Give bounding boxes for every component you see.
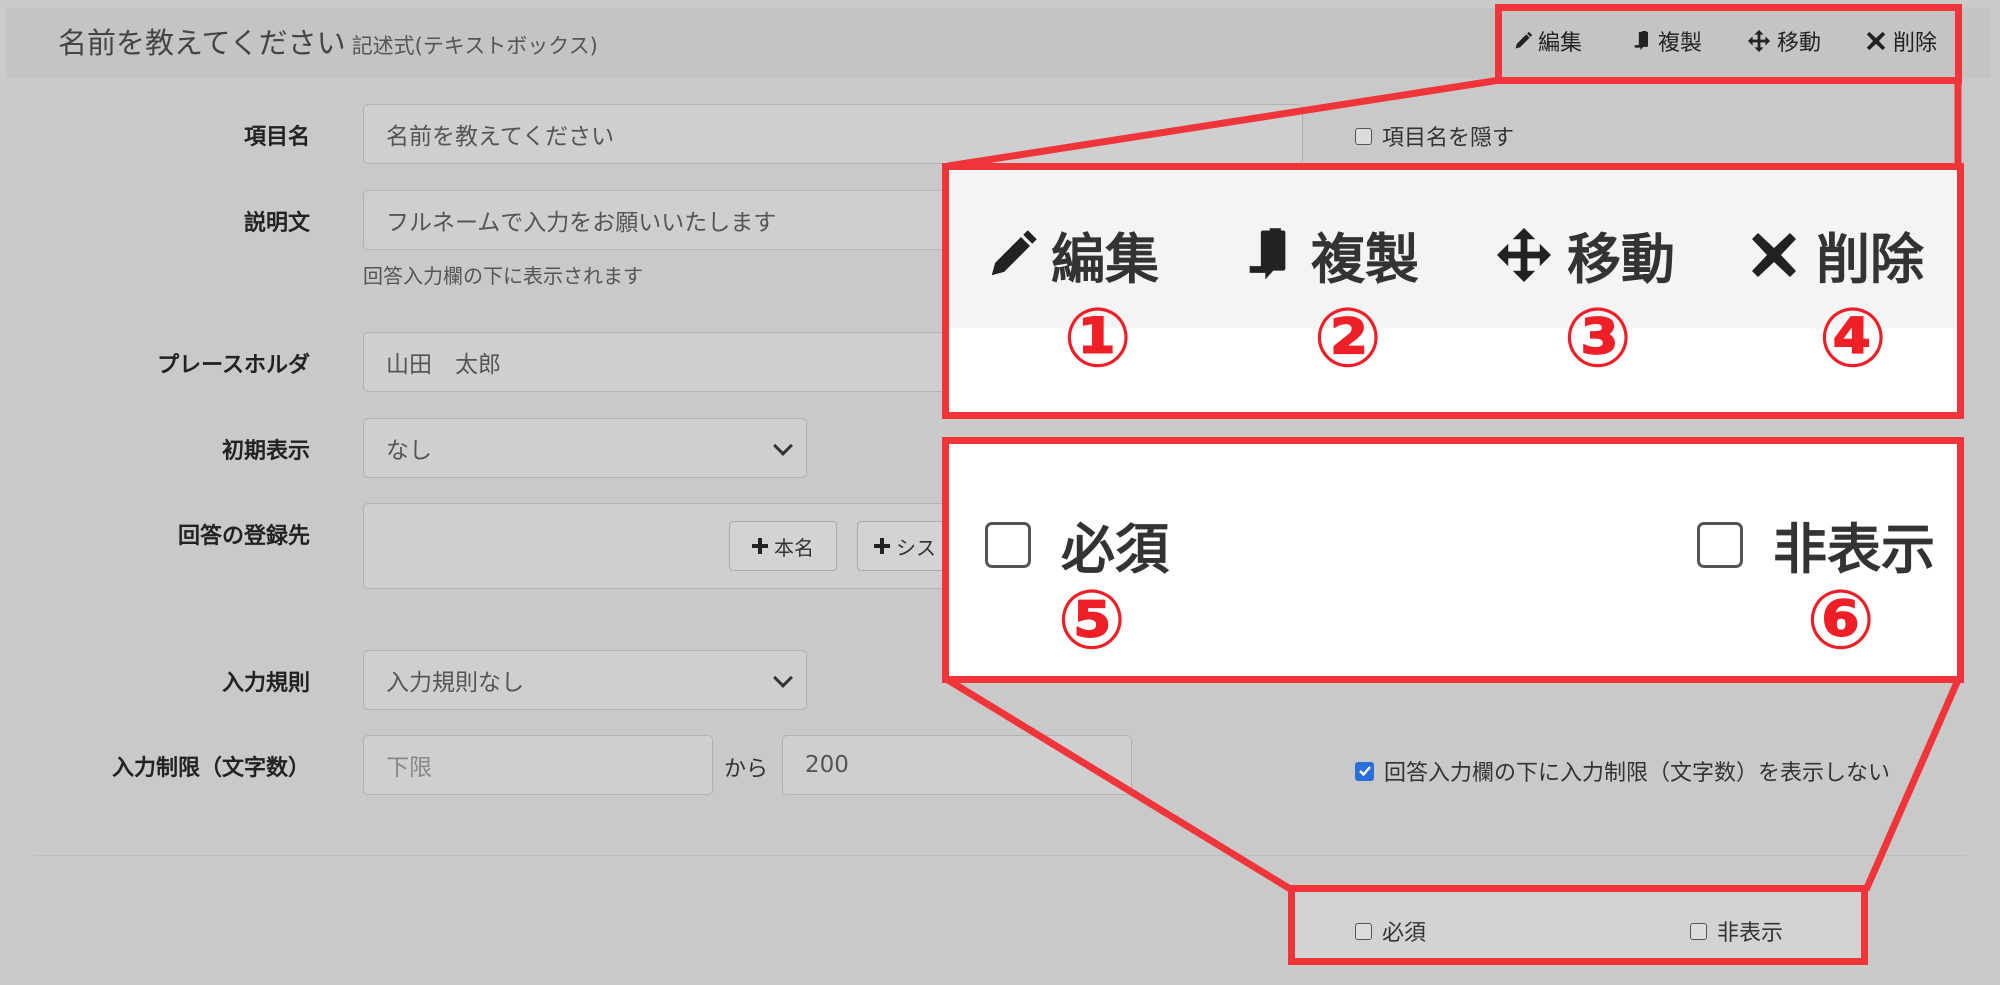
required-option[interactable]: 必須 (1355, 915, 1426, 947)
zoom-required-checkbox (985, 521, 1031, 568)
pencil-icon (991, 229, 1037, 275)
number-3: ③ (1563, 291, 1633, 386)
number-5: ⑤ (1057, 573, 1127, 668)
connector-line-top-left (947, 76, 1501, 170)
copy-icon (1249, 227, 1286, 280)
zoom-delete-button: 削除 (1750, 215, 1924, 294)
connector-line-bottom-left (946, 677, 1294, 893)
move-icon (1497, 227, 1551, 282)
zoom-copy-button: 複製 (1245, 215, 1419, 294)
hidden-checkbox[interactable] (1690, 922, 1707, 940)
required-checkbox[interactable] (1355, 922, 1372, 940)
zoom-hidden-checkbox (1697, 521, 1743, 568)
connector-line-bottom-right (1862, 678, 1962, 892)
number-6: ⑥ (1806, 573, 1876, 668)
zoom-move-label: 移動 (1567, 228, 1675, 291)
required-label: 必須 (1382, 921, 1427, 946)
zoom-delete-label: 削除 (1816, 228, 1924, 291)
zoom-move-button: 移動 (1497, 215, 1675, 294)
hidden-option[interactable]: 非表示 (1690, 915, 1783, 947)
zoom-copy-label: 複製 (1311, 228, 1419, 291)
number-1: ① (1063, 291, 1133, 386)
number-4: ④ (1818, 291, 1888, 386)
hidden-label: 非表示 (1717, 921, 1784, 946)
zoom-edit-button: 編集 (985, 215, 1159, 294)
zoom-edit-label: 編集 (1051, 228, 1159, 291)
number-2: ② (1313, 291, 1383, 386)
close-icon (1752, 232, 1796, 277)
